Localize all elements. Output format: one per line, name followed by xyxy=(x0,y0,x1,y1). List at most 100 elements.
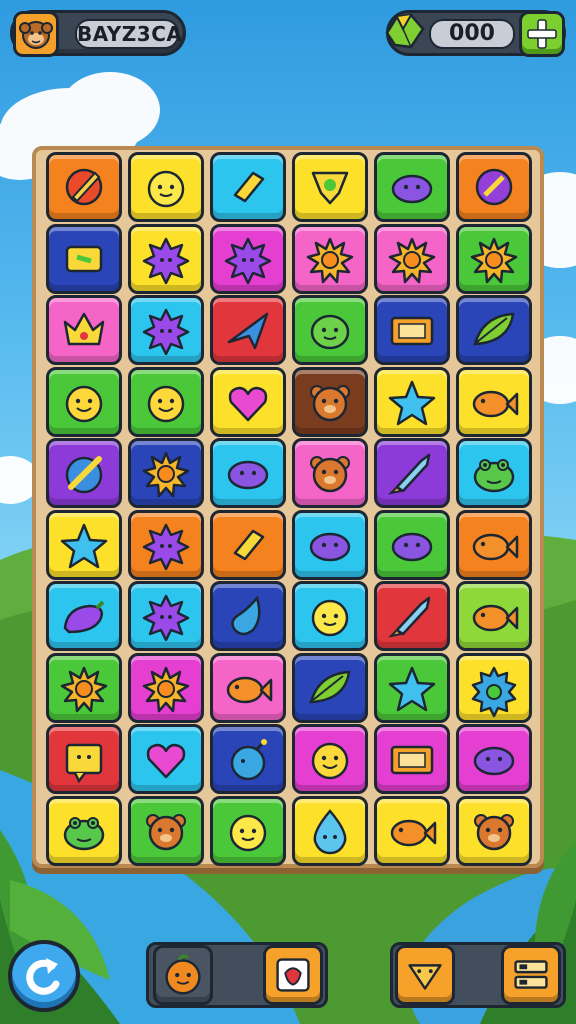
plus-icon xyxy=(527,19,557,49)
tile-r3-c4[interactable] xyxy=(292,295,368,365)
eggplant-icon xyxy=(63,600,105,634)
blob-icon xyxy=(473,746,515,776)
tile-r9-c5[interactable] xyxy=(374,724,450,794)
tile-r1-c2[interactable] xyxy=(128,152,204,222)
tile-r6-c6[interactable] xyxy=(456,509,532,580)
tile-r10-c5[interactable] xyxy=(374,795,450,866)
fish-icon xyxy=(472,604,519,632)
tile-r4-c5[interactable] xyxy=(374,366,450,437)
fish-icon xyxy=(472,390,519,417)
tile-r8-c2[interactable] xyxy=(128,652,204,723)
tile-r6-c1[interactable] xyxy=(46,509,122,580)
tile-r8-c4[interactable] xyxy=(292,652,368,723)
tile-r6-c5[interactable] xyxy=(374,509,450,580)
tile-r3-c6[interactable] xyxy=(456,295,532,365)
tile-r7-c1[interactable] xyxy=(46,581,122,651)
tile-r10-c4[interactable] xyxy=(292,795,368,866)
spiky-ball-icon xyxy=(142,237,190,284)
tile-r8-c5[interactable] xyxy=(374,652,450,723)
profile-panel[interactable]: BAYZ3CA xyxy=(10,10,186,57)
tile-r2-c6[interactable] xyxy=(456,223,532,294)
tile-r2-c5[interactable] xyxy=(374,223,450,294)
gear-icon xyxy=(471,666,517,717)
tile-r7-c4[interactable] xyxy=(292,581,368,651)
shield-button[interactable] xyxy=(395,945,455,1005)
sun-icon xyxy=(470,237,518,283)
tile-r4-c4[interactable] xyxy=(292,366,368,437)
tile-r8-c6[interactable] xyxy=(456,652,532,723)
top-bar: BAYZ3CA 000 xyxy=(0,0,576,64)
menu-button[interactable] xyxy=(501,945,561,1005)
tile-r7-c3[interactable] xyxy=(210,581,286,651)
menu-icon xyxy=(514,960,548,989)
tile-r4-c6[interactable] xyxy=(456,366,532,437)
tile-r3-c2[interactable] xyxy=(128,295,204,365)
tile-r1-c5[interactable] xyxy=(374,152,450,222)
tile-r9-c1[interactable] xyxy=(46,724,122,794)
scroll-icon xyxy=(65,245,103,272)
blob-icon xyxy=(391,174,433,204)
tile-r3-c5[interactable] xyxy=(374,295,450,365)
undo-icon xyxy=(26,958,60,995)
orange-face-icon xyxy=(165,954,201,995)
tile-r6-c4[interactable] xyxy=(292,509,368,580)
tile-r8-c1[interactable] xyxy=(46,652,122,723)
smiley-icon xyxy=(147,385,185,422)
booster-tray xyxy=(146,942,328,1008)
card-icon xyxy=(276,958,310,992)
tile-r1-c1[interactable] xyxy=(46,152,122,222)
tile-r10-c3[interactable] xyxy=(210,795,286,866)
avatar[interactable] xyxy=(13,11,59,57)
currency-value: 000 xyxy=(429,19,515,49)
add-currency-button[interactable] xyxy=(519,11,565,57)
tile-r3-c1[interactable] xyxy=(46,295,122,365)
tile-r5-c3[interactable] xyxy=(210,438,286,508)
lemon-face-icon xyxy=(311,599,349,637)
tile-r10-c6[interactable] xyxy=(456,795,532,866)
tile-r8-c3[interactable] xyxy=(210,652,286,723)
tile-r5-c5[interactable] xyxy=(374,438,450,508)
tile-r6-c2[interactable] xyxy=(128,509,204,580)
frog-icon xyxy=(63,816,105,850)
sun-icon xyxy=(388,237,436,283)
tile-r9-c3[interactable] xyxy=(210,724,286,794)
tile-r5-c6[interactable] xyxy=(456,438,532,508)
tile-r9-c2[interactable] xyxy=(128,724,204,794)
tile-r2-c4[interactable] xyxy=(292,223,368,294)
sign-icon xyxy=(390,316,434,346)
tile-r4-c2[interactable] xyxy=(128,366,204,437)
sword-icon xyxy=(65,456,103,494)
tile-r7-c5[interactable] xyxy=(374,581,450,651)
heart-icon xyxy=(146,743,186,779)
tile-r9-c4[interactable] xyxy=(292,724,368,794)
undo-button[interactable] xyxy=(8,940,80,1012)
tile-r5-c2[interactable] xyxy=(128,438,204,508)
fish-icon xyxy=(390,819,437,846)
tile-r6-c3[interactable] xyxy=(210,509,286,580)
tile-r1-c4[interactable] xyxy=(292,152,368,222)
tile-r10-c1[interactable] xyxy=(46,795,122,866)
tile-r1-c6[interactable] xyxy=(456,152,532,222)
fish-icon xyxy=(472,533,519,560)
tile-r2-c1[interactable] xyxy=(46,223,122,294)
tile-r7-c2[interactable] xyxy=(128,581,204,651)
tile-r4-c3[interactable] xyxy=(210,366,286,437)
tile-r7-c6[interactable] xyxy=(456,581,532,651)
bear-icon xyxy=(146,813,186,850)
booster-slot-2[interactable] xyxy=(263,945,323,1005)
tile-r5-c1[interactable] xyxy=(46,438,122,508)
tile-r3-c3[interactable] xyxy=(210,295,286,365)
tile-r2-c2[interactable] xyxy=(128,223,204,294)
tile-r4-c1[interactable] xyxy=(46,366,122,437)
tile-r1-c3[interactable] xyxy=(210,152,286,222)
bear-icon xyxy=(474,813,514,850)
tile-r2-c3[interactable] xyxy=(210,223,286,294)
tile-r9-c6[interactable] xyxy=(456,724,532,794)
monkey-face-icon xyxy=(19,21,53,49)
tile-r5-c4[interactable] xyxy=(292,438,368,508)
tile-r10-c2[interactable] xyxy=(128,795,204,866)
booster-slot-1[interactable] xyxy=(153,945,213,1005)
gem-icon xyxy=(385,13,425,49)
compass-icon xyxy=(475,168,513,206)
sign-icon xyxy=(390,745,434,775)
